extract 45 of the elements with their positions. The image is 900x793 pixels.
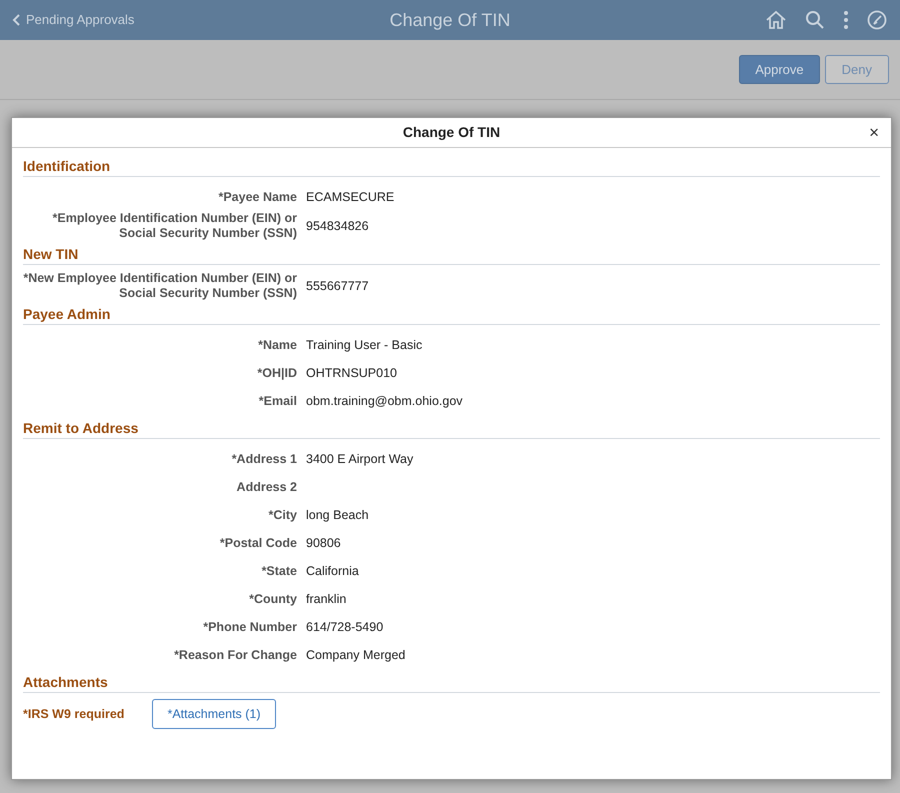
field-value: ECAMSECURE <box>306 188 394 206</box>
chevron-left-icon <box>12 13 22 27</box>
compass-icon[interactable] <box>867 10 887 30</box>
approve-button[interactable]: Approve <box>739 55 820 84</box>
field-value: long Beach <box>306 506 369 524</box>
section-heading: Attachments <box>23 673 109 691</box>
field-value: OHTRNSUP010 <box>306 364 397 382</box>
search-icon[interactable] <box>805 10 825 30</box>
field-value: 614/728-5490 <box>306 618 384 636</box>
field-value: Training User - Basic <box>306 336 422 354</box>
field-value: franklin <box>306 590 346 608</box>
field-value: 954834826 <box>306 218 369 235</box>
section-heading: Identification <box>23 157 112 175</box>
attachments-button[interactable]: *Attachments (1) <box>152 699 276 729</box>
field-label: *City <box>268 508 297 522</box>
field-label: *Address 1 <box>230 452 297 466</box>
more-icon[interactable] <box>843 10 849 30</box>
field-label: *Phone Number <box>202 620 297 634</box>
section-heading: Remit to Address <box>23 419 140 437</box>
field-label: *New Employee Identification Number (EIN) or Social Security Number (SSN) <box>23 271 297 301</box>
field-value: Company Merged <box>306 646 406 664</box>
section-heading: Payee Admin <box>23 305 112 323</box>
deny-button[interactable]: Deny <box>824 55 889 84</box>
close-button[interactable]: × <box>869 123 879 143</box>
back-link[interactable]: Pending Approvals <box>12 10 134 30</box>
required-note: *IRS W9 required <box>23 706 126 723</box>
field-label: *Reason For Change <box>173 648 297 662</box>
field-label: *OH|ID <box>256 366 297 380</box>
field-label: *Email <box>258 394 297 408</box>
home-icon[interactable] <box>765 10 787 30</box>
field-label: *Employee Identification Number (EIN) or Social Security Number (SSN) <box>52 211 297 241</box>
field-value: 3400 E Airport Way <box>306 450 414 468</box>
dialog-title: Change Of TIN <box>402 123 500 142</box>
field-value: 90806 <box>306 534 341 552</box>
field-value: obm.training@obm.ohio.gov <box>306 392 463 410</box>
field-value: 555667777 <box>306 278 369 295</box>
field-value: California <box>306 562 359 580</box>
page-title: Change Of TIN <box>388 8 512 32</box>
field-label: *Postal Code <box>218 536 297 550</box>
field-label: Address 2 <box>236 480 297 494</box>
field-label: *Payee Name <box>217 190 297 204</box>
field-label: *Name <box>257 338 297 352</box>
field-label: *State <box>260 564 297 578</box>
field-label: *County <box>248 592 297 606</box>
section-heading: New TIN <box>23 245 80 263</box>
